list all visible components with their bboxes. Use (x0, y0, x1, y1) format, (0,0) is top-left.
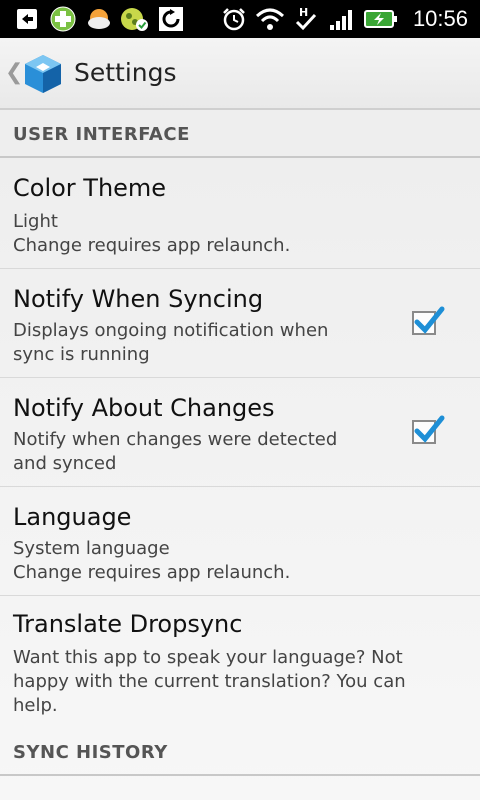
pref-summary-line: Change requires app relaunch. (13, 235, 291, 256)
back-notification-icon (12, 4, 42, 34)
pref-title: Notify About Changes (13, 394, 275, 422)
status-bar-system: H 10:56 (219, 4, 468, 34)
pref-notify-when-syncing[interactable]: Notify When Syncing Displays ongoing not… (0, 269, 480, 378)
checkmark-icon (414, 306, 445, 334)
status-bar: H 10:56 (0, 0, 480, 38)
pref-summary-line: and synced (13, 453, 117, 474)
pref-summary-line: help. (13, 695, 58, 716)
status-bar-notifications (12, 4, 192, 34)
pref-summary-line: Light (13, 211, 58, 232)
chevron-left-icon[interactable]: ❮ (5, 60, 23, 85)
section-header-sync-history: SYNC HISTORY (0, 728, 480, 776)
pref-notify-about-changes[interactable]: Notify About Changes Notify when changes… (0, 378, 480, 487)
pref-summary-line: Notify when changes were detected (13, 429, 338, 450)
pref-summary-line: Displays ongoing notification when (13, 320, 329, 341)
wifi-icon (255, 4, 285, 34)
section-header-label: SYNC HISTORY (13, 742, 168, 763)
checkmark-icon (414, 415, 445, 443)
sync-icon (156, 4, 186, 34)
section-header-label: USER INTERFACE (13, 124, 190, 145)
signal-icon (327, 4, 357, 34)
app-logo[interactable] (22, 53, 64, 95)
plus-app-icon (48, 4, 78, 34)
pref-summary-line: sync is running (13, 344, 150, 365)
battery-charging-icon (363, 4, 399, 34)
pref-title: Notify When Syncing (13, 285, 264, 313)
action-bar: ❮ Settings (0, 38, 480, 110)
page-title: Settings (74, 58, 177, 87)
pref-summary-line: Want this app to speak your language? No… (13, 647, 403, 668)
sync-status-icon (120, 4, 150, 34)
status-time: 10:56 (412, 6, 468, 31)
weather-icon (84, 4, 114, 34)
notify-syncing-checkbox[interactable] (412, 306, 445, 335)
svg-text:H: H (299, 6, 308, 19)
pref-language[interactable]: Language System language Change requires… (0, 487, 480, 596)
pref-title: Translate Dropsync (13, 610, 243, 638)
pref-title: Color Theme (13, 174, 167, 202)
notify-changes-checkbox[interactable] (412, 415, 445, 444)
pref-summary-line: Change requires app relaunch. (13, 562, 291, 583)
pref-summary-line: happy with the current translation? You … (13, 671, 406, 692)
pref-summary-line: System language (13, 538, 170, 559)
pref-color-theme[interactable]: Color Theme Light Change requires app re… (0, 158, 480, 269)
pref-translate-dropsync[interactable]: Translate Dropsync Want this app to spea… (0, 596, 480, 730)
section-header-user-interface: USER INTERFACE (0, 110, 480, 158)
pref-title: Language (13, 503, 132, 531)
h-data-icon: H (291, 4, 321, 34)
alarm-icon (219, 4, 249, 34)
